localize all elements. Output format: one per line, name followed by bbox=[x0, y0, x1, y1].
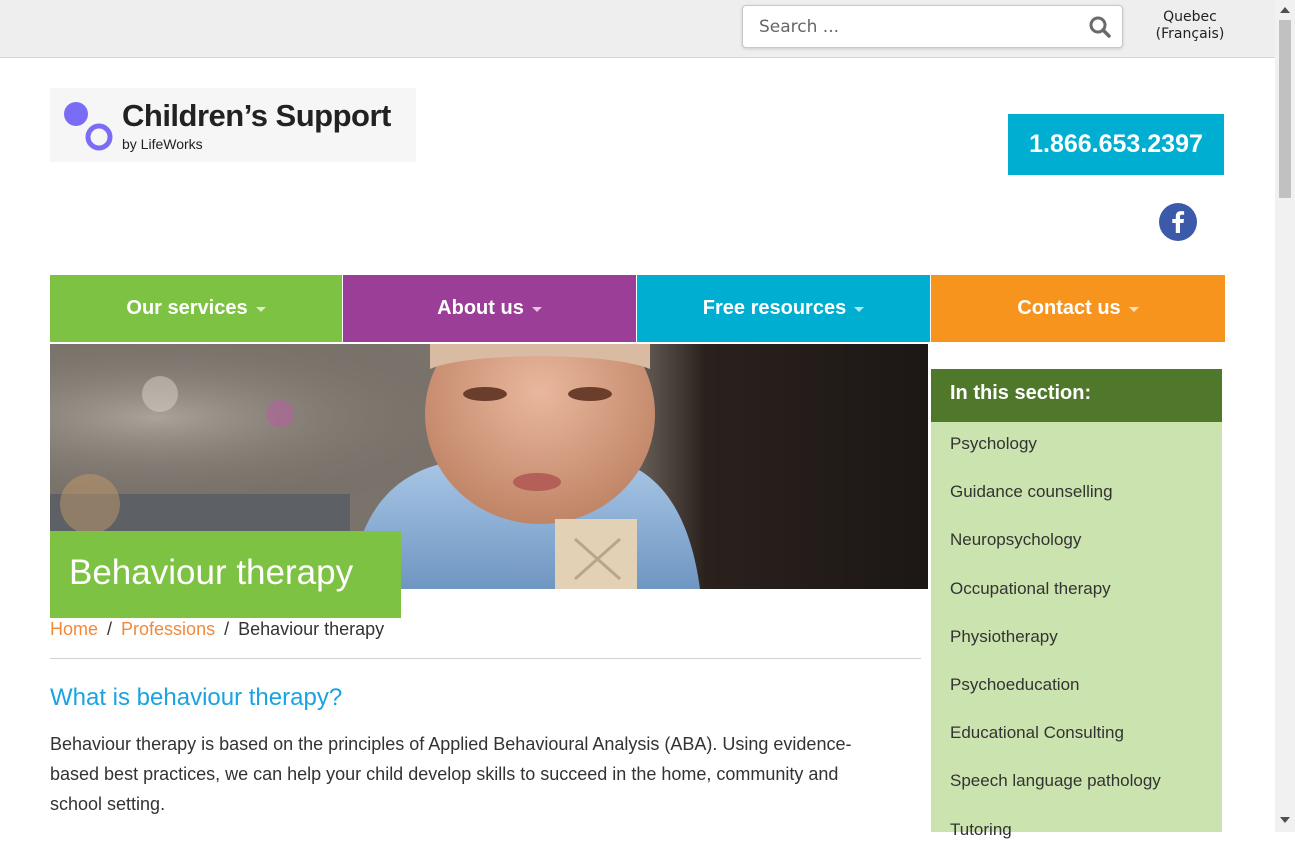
breadcrumb-separator: / bbox=[224, 619, 230, 639]
nav-free-resources[interactable]: Free resources bbox=[637, 275, 930, 342]
logo-circles-icon bbox=[64, 102, 113, 151]
body-line: Behaviour therapy is based on the princi… bbox=[50, 734, 852, 754]
facebook-link[interactable] bbox=[1158, 202, 1198, 242]
breadcrumb: Home / Professions / Behaviour therapy bbox=[50, 619, 384, 640]
main-nav: Our services About us Free resources Con… bbox=[50, 275, 1225, 342]
section-sidebar: In this section: Psychology Guidance cou… bbox=[931, 369, 1222, 839]
scroll-down-arrow[interactable] bbox=[1280, 817, 1290, 823]
sidebar-item-guidance-counselling[interactable]: Guidance counselling bbox=[950, 470, 1161, 518]
body-line: based best practices, we can help your c… bbox=[50, 764, 839, 784]
sidebar-item-educational-consulting[interactable]: Educational Consulting bbox=[950, 711, 1161, 759]
breadcrumb-home[interactable]: Home bbox=[50, 619, 98, 639]
body-paragraph: Behaviour therapy is based on the princi… bbox=[50, 729, 880, 819]
sidebar-item-speech-language-pathology[interactable]: Speech language pathology bbox=[950, 759, 1161, 807]
search-button[interactable] bbox=[1088, 15, 1112, 39]
sidebar-item-physiotherapy[interactable]: Physiotherapy bbox=[950, 615, 1161, 663]
top-bar: Quebec (Français) bbox=[0, 0, 1275, 58]
nav-about-us-label: About us bbox=[437, 297, 524, 319]
search-icon bbox=[1089, 16, 1111, 38]
scroll-thumb[interactable] bbox=[1279, 20, 1291, 198]
facebook-icon bbox=[1159, 203, 1197, 241]
caret-down-icon bbox=[854, 307, 865, 312]
divider bbox=[50, 658, 921, 659]
caret-down-icon bbox=[255, 307, 266, 312]
language-link-line2: (Français) bbox=[1155, 26, 1225, 42]
search-box bbox=[742, 5, 1123, 48]
sidebar-list: Psychology Guidance counselling Neuropsy… bbox=[950, 422, 1161, 856]
scrollbar[interactable] bbox=[1275, 0, 1295, 832]
sidebar-heading: In this section: bbox=[931, 369, 1222, 422]
search-input[interactable] bbox=[743, 6, 1083, 47]
caret-down-icon bbox=[1128, 307, 1139, 312]
page-title: Behaviour therapy bbox=[69, 553, 354, 592]
language-link[interactable]: Quebec (Français) bbox=[1150, 9, 1230, 43]
nav-contact-us[interactable]: Contact us bbox=[931, 275, 1225, 342]
sidebar-item-neuropsychology[interactable]: Neuropsychology bbox=[950, 518, 1161, 566]
page-title-box: Behaviour therapy bbox=[50, 531, 401, 618]
language-link-line1: Quebec bbox=[1163, 9, 1217, 25]
scroll-up-arrow[interactable] bbox=[1280, 7, 1290, 13]
body-line: school setting. bbox=[50, 794, 166, 814]
phone-button[interactable]: 1.866.653.2397 bbox=[1008, 114, 1224, 175]
breadcrumb-professions[interactable]: Professions bbox=[121, 619, 215, 639]
nav-free-resources-label: Free resources bbox=[702, 297, 847, 319]
sidebar-item-occupational-therapy[interactable]: Occupational therapy bbox=[950, 567, 1161, 615]
section-heading: What is behaviour therapy? bbox=[50, 684, 343, 711]
nav-our-services[interactable]: Our services bbox=[50, 275, 342, 342]
nav-contact-us-label: Contact us bbox=[1017, 297, 1121, 319]
nav-about-us[interactable]: About us bbox=[343, 275, 636, 342]
sidebar-item-psychoeducation[interactable]: Psychoeducation bbox=[950, 663, 1161, 711]
site-logo[interactable]: Children’s Support by LifeWorks bbox=[50, 88, 416, 162]
caret-down-icon bbox=[531, 307, 542, 312]
logo-title: Children’s Support bbox=[122, 98, 391, 133]
breadcrumb-separator: / bbox=[107, 619, 113, 639]
logo-subtitle: by LifeWorks bbox=[122, 136, 203, 152]
sidebar-item-psychology[interactable]: Psychology bbox=[950, 422, 1161, 470]
nav-our-services-label: Our services bbox=[126, 297, 248, 319]
breadcrumb-current: Behaviour therapy bbox=[238, 619, 385, 639]
